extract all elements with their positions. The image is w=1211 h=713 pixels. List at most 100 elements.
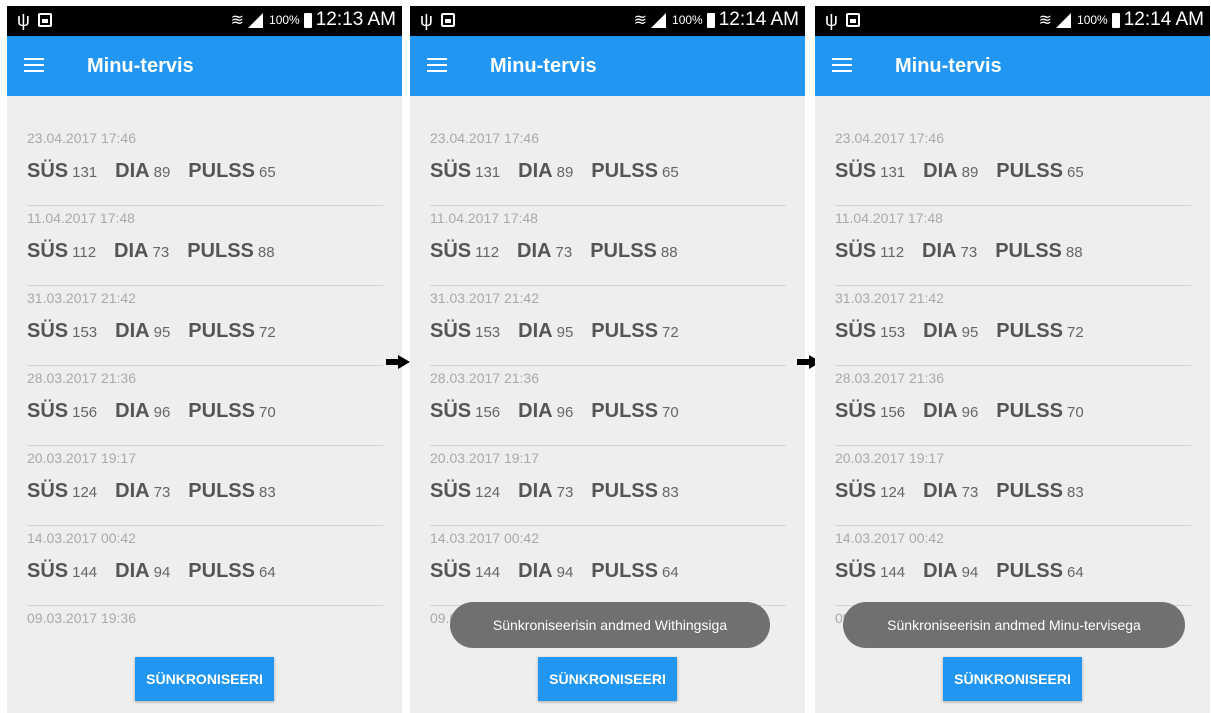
sys-label: SÜS	[430, 480, 472, 502]
dia-value: 89	[556, 164, 574, 181]
app-bar: Minu-tervis	[410, 36, 805, 96]
pulse-value: 64	[661, 564, 679, 581]
pulse-label: PULSS	[996, 160, 1063, 182]
pulse-label: PULSS	[996, 560, 1063, 582]
wifi-icon: ≋	[633, 12, 648, 29]
dia-value: 95	[153, 324, 171, 341]
battery-percent: 100%	[269, 13, 300, 27]
sync-toast: Sünkroniseerisin andmed Withingsiga	[450, 602, 770, 648]
sys-value: 153	[72, 324, 98, 341]
readings-list[interactable]: 23.04.2017 17:46 SÜS 131 DIA 89 PULSS 65 11.0…	[27, 126, 383, 686]
usb-icon: ψ	[825, 10, 838, 30]
list-item[interactable]: 14.03.2017 00:42 SÜS 144 DIA 94 PULSS 64	[835, 526, 1191, 606]
list-item[interactable]: 31.03.2017 21:42 SÜS 153 DIA 95 PULSS 72	[430, 286, 786, 366]
phone-screen-3: ψ ≋ 100% 12:14 AM Minu-tervis 23.04.2017…	[815, 6, 1210, 713]
reading-date: 31.03.2017 21:42	[430, 290, 539, 306]
status-bar: ψ ≋ 100% 12:14 AM	[410, 6, 805, 36]
dia-value: 95	[961, 324, 979, 341]
pulse-value: 72	[661, 324, 679, 341]
dia-value: 73	[152, 244, 170, 261]
reading-date: 28.03.2017 21:36	[27, 370, 136, 386]
list-item[interactable]: 11.04.2017 17:48 SÜS 112 DIA 73 PULSS 88	[27, 206, 383, 286]
pulse-label: PULSS	[996, 320, 1063, 342]
pulse-value: 72	[258, 324, 276, 341]
pulse-label: PULSS	[188, 320, 255, 342]
sys-value: 131	[72, 164, 98, 181]
usb-icon: ψ	[17, 10, 30, 30]
pulse-value: 83	[1066, 484, 1084, 501]
pulse-label: PULSS	[996, 480, 1063, 502]
list-item[interactable]: 23.04.2017 17:46 SÜS 131 DIA 89 PULSS 65	[835, 126, 1191, 206]
list-item[interactable]: 31.03.2017 21:42 SÜS 153 DIA 95 PULSS 72	[27, 286, 383, 366]
reading-date: 20.03.2017 19:17	[430, 450, 539, 466]
reading-date: 28.03.2017 21:36	[430, 370, 539, 386]
list-item[interactable]: 28.03.2017 21:36 SÜS 156 DIA 96 PULSS 70	[27, 366, 383, 446]
pulse-value: 70	[1066, 404, 1084, 421]
sync-button[interactable]: SÜNKRONISEERI	[538, 657, 677, 701]
pulse-value: 65	[661, 164, 679, 181]
pulse-label: PULSS	[591, 560, 658, 582]
dia-label: DIA	[923, 560, 958, 582]
battery-percent: 100%	[1077, 13, 1108, 27]
pulse-label: PULSS	[590, 240, 657, 262]
dia-label: DIA	[922, 240, 957, 262]
dia-value: 73	[960, 244, 978, 261]
sys-label: SÜS	[27, 480, 69, 502]
reading-date: 23.04.2017 17:46	[430, 130, 539, 146]
list-item[interactable]: 20.03.2017 19:17 SÜS 124 DIA 73 PULSS 83	[430, 446, 786, 526]
menu-icon[interactable]	[832, 58, 852, 72]
pulse-label: PULSS	[188, 480, 255, 502]
app-title: Minu-tervis	[490, 55, 597, 77]
reading-date: 09.03.2017 19:36	[27, 610, 136, 626]
list-item[interactable]: 28.03.2017 21:36 SÜS 156 DIA 96 PULSS 70	[835, 366, 1191, 446]
dia-value: 73	[961, 484, 979, 501]
list-item[interactable]: 28.03.2017 21:36 SÜS 156 DIA 96 PULSS 70	[430, 366, 786, 446]
pulse-label: PULSS	[187, 240, 254, 262]
phone-screen-1: ψ ≋ 100% 12:13 AM Minu-tervis 23.04.2017…	[7, 6, 402, 713]
sys-label: SÜS	[835, 160, 877, 182]
sys-label: SÜS	[27, 560, 69, 582]
image-icon	[440, 13, 455, 27]
signal-icon	[248, 12, 264, 28]
dia-label: DIA	[518, 400, 553, 422]
sys-value: 144	[475, 564, 501, 581]
list-item[interactable]: 14.03.2017 00:42 SÜS 144 DIA 94 PULSS 64	[430, 526, 786, 606]
pulse-value: 88	[1065, 244, 1083, 261]
dia-label: DIA	[923, 480, 958, 502]
list-item[interactable]: 23.04.2017 17:46 SÜS 131 DIA 89 PULSS 65	[27, 126, 383, 206]
list-item[interactable]: 20.03.2017 19:17 SÜS 124 DIA 73 PULSS 83	[27, 446, 383, 526]
sys-value: 144	[72, 564, 98, 581]
sys-value: 144	[880, 564, 906, 581]
pulse-value: 83	[258, 484, 276, 501]
sys-value: 112	[475, 244, 500, 261]
sys-label: SÜS	[835, 400, 877, 422]
dia-value: 96	[556, 404, 574, 421]
menu-icon[interactable]	[427, 58, 447, 72]
dia-value: 94	[153, 564, 171, 581]
dia-value: 73	[555, 244, 573, 261]
dia-label: DIA	[518, 560, 553, 582]
pulse-label: PULSS	[591, 160, 658, 182]
sync-button[interactable]: SÜNKRONISEERI	[943, 657, 1082, 701]
pulse-value: 70	[661, 404, 679, 421]
sys-label: SÜS	[27, 240, 69, 262]
list-item[interactable]: 11.04.2017 17:48 SÜS 112 DIA 73 PULSS 88	[430, 206, 786, 286]
dia-label: DIA	[518, 160, 553, 182]
list-item[interactable]: 20.03.2017 19:17 SÜS 124 DIA 73 PULSS 83	[835, 446, 1191, 526]
phone-screen-2: ψ ≋ 100% 12:14 AM Minu-tervis 23.04.2017…	[410, 6, 805, 713]
list-item[interactable]: 23.04.2017 17:46 SÜS 131 DIA 89 PULSS 65	[430, 126, 786, 206]
dia-label: DIA	[517, 240, 552, 262]
reading-date: 20.03.2017 19:17	[27, 450, 136, 466]
sys-label: SÜS	[835, 240, 877, 262]
sys-value: 112	[880, 244, 905, 261]
wifi-icon: ≋	[230, 12, 245, 29]
sync-button[interactable]: SÜNKRONISEERI	[135, 657, 274, 701]
list-item[interactable]: 31.03.2017 21:42 SÜS 153 DIA 95 PULSS 72	[835, 286, 1191, 366]
menu-icon[interactable]	[24, 58, 44, 72]
dia-value: 73	[556, 484, 574, 501]
list-item[interactable]: 11.04.2017 17:48 SÜS 112 DIA 73 PULSS 88	[835, 206, 1191, 286]
list-item[interactable]: 14.03.2017 00:42 SÜS 144 DIA 94 PULSS 64	[27, 526, 383, 606]
status-time: 12:14 AM	[1123, 9, 1204, 30]
image-icon	[845, 13, 860, 27]
usb-icon: ψ	[420, 10, 433, 30]
